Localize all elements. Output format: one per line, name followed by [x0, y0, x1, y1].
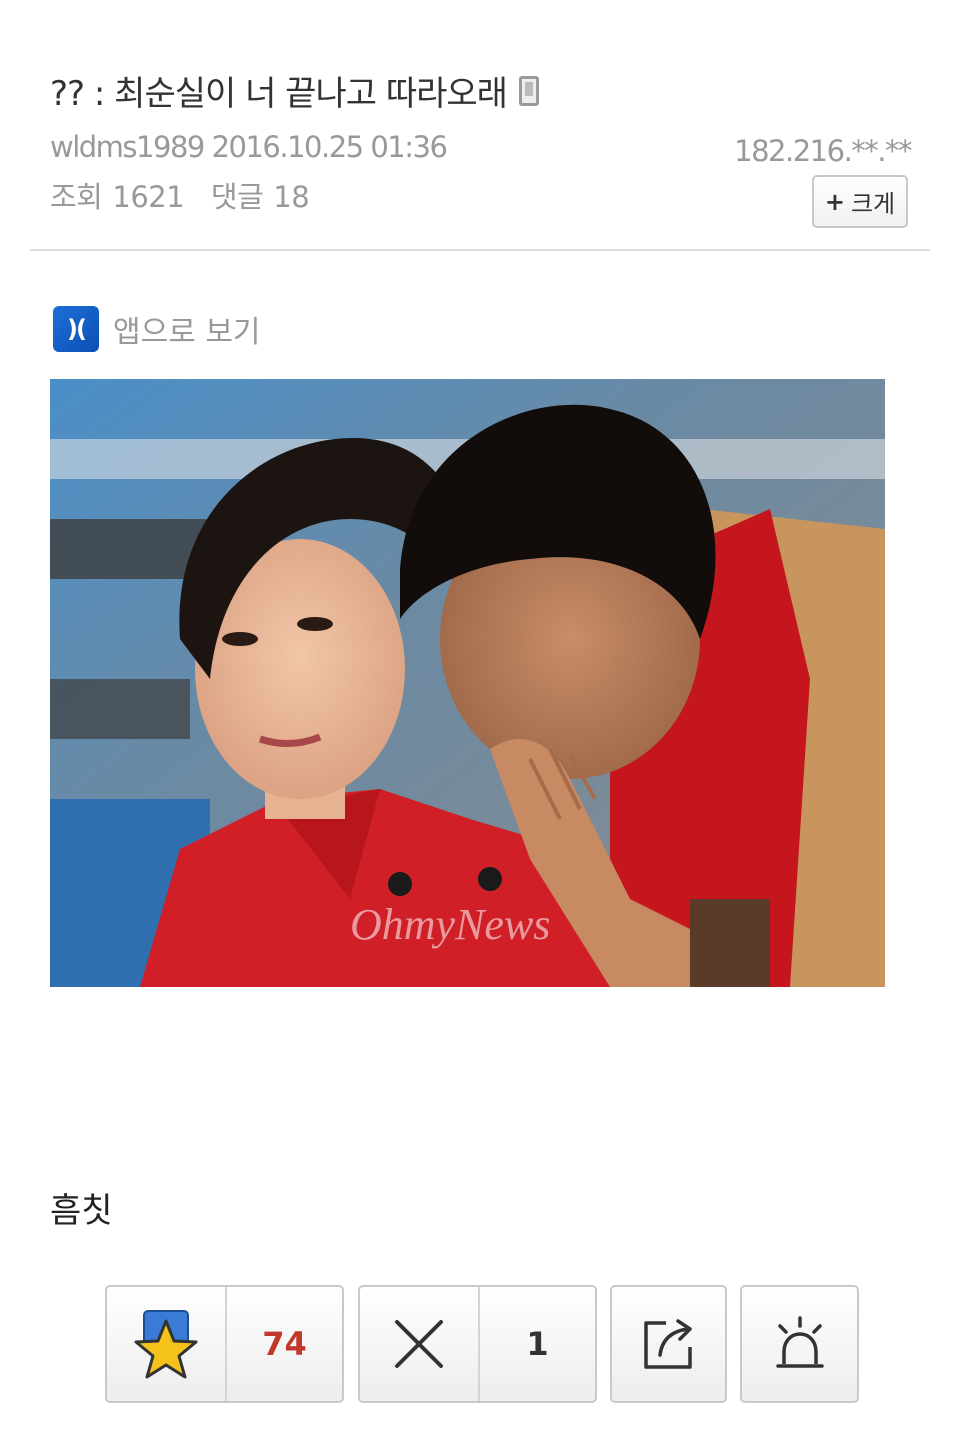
post-datetime: 2016.10.25 01:36 — [211, 130, 448, 164]
comments-count: 18 — [273, 180, 310, 214]
views-label: 조회 — [50, 180, 103, 214]
header-divider — [30, 249, 930, 251]
star-icon — [134, 1310, 198, 1379]
oppose-count: 1 — [526, 1325, 549, 1363]
post-author[interactable]: wldms1989 — [50, 130, 205, 164]
photo-illustration: OhmyNews — [50, 379, 885, 987]
share-button[interactable] — [610, 1285, 727, 1403]
enlarge-text-label: 크게 — [850, 190, 896, 218]
share-icon — [643, 1319, 692, 1369]
oppose-group: 1 — [358, 1285, 597, 1403]
recommend-group: 74 — [105, 1285, 344, 1403]
comments-label: 댓글 — [210, 180, 264, 214]
post-title-text: ?? : 최순실이 너 끝나고 따라오래 — [50, 74, 508, 114]
recommend-count-cell: 74 — [225, 1287, 342, 1401]
views-count: 1621 — [112, 180, 185, 214]
oppose-button[interactable] — [360, 1287, 478, 1401]
open-in-app-link[interactable]: )( 앱으로 보기 — [53, 306, 261, 352]
post-photo: OhmyNews — [50, 379, 885, 987]
open-in-app-label: 앱으로 보기 — [113, 315, 261, 350]
mobile-icon — [518, 75, 539, 106]
post-author-line: wldms1989 2016.10.25 01:36 — [50, 130, 448, 164]
report-button[interactable] — [740, 1285, 859, 1403]
plus-icon: + — [824, 187, 845, 216]
post-stats: 조회 1621 댓글 18 — [50, 174, 319, 216]
enlarge-text-button[interactable]: + 크게 — [812, 175, 908, 228]
post-body-text: 흠칫 — [50, 1191, 113, 1231]
siren-icon — [775, 1316, 824, 1368]
recommend-count: 74 — [262, 1325, 307, 1363]
report-cell — [742, 1287, 857, 1401]
x-icon — [395, 1320, 443, 1368]
photo-watermark: OhmyNews — [350, 900, 550, 949]
app-logo-icon: )( — [53, 306, 99, 352]
recommend-button[interactable] — [107, 1287, 225, 1401]
post-title: ?? : 최순실이 너 끝나고 따라오래 — [50, 66, 539, 115]
oppose-count-cell: 1 — [478, 1287, 595, 1401]
share-cell — [612, 1287, 725, 1401]
post-ip: 182.216.**.** — [734, 134, 912, 168]
